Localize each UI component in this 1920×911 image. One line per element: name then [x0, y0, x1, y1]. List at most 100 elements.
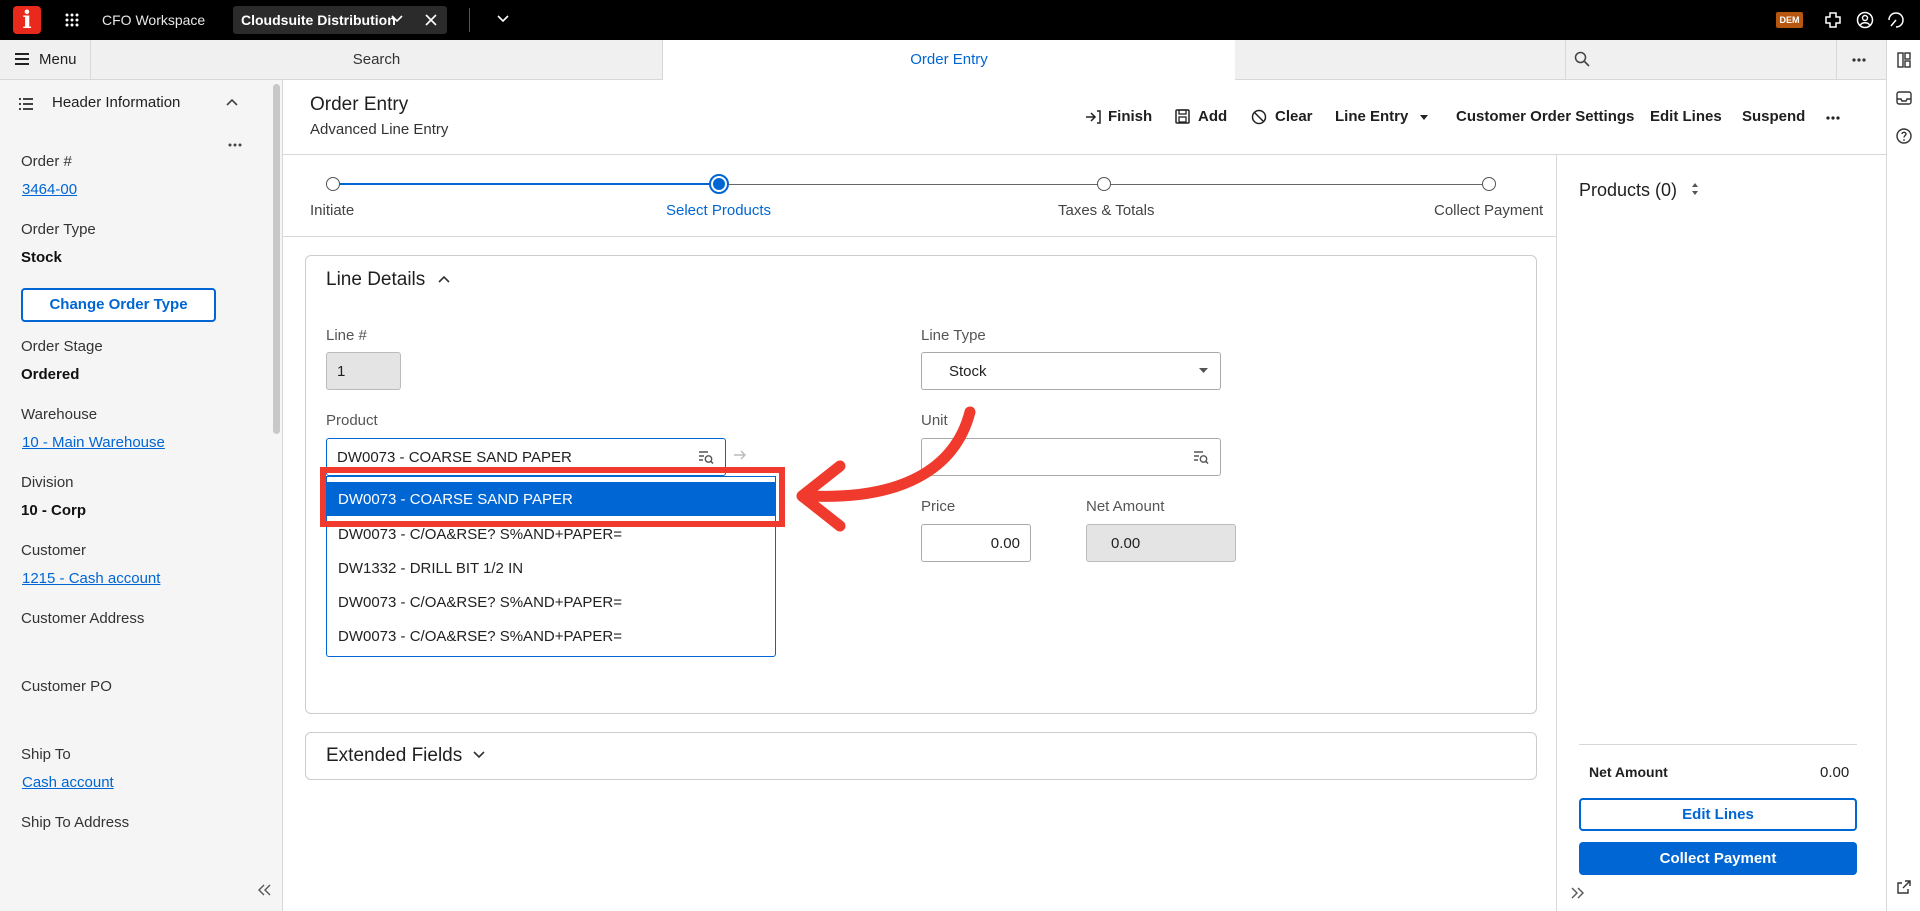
products-title: Products (0) — [1579, 180, 1678, 200]
suggestion-item[interactable]: DW0073 - C/OA&RSE? S%AND+PAPER= — [338, 526, 622, 543]
divider — [1579, 744, 1857, 745]
order-stage-value: Ordered — [21, 366, 80, 383]
division-label: Division — [21, 474, 74, 491]
menu-label[interactable]: Menu — [39, 51, 77, 68]
finish-icon[interactable] — [1085, 110, 1101, 124]
collect-payment-button[interactable]: Collect Payment — [1579, 842, 1857, 875]
step-taxes-totals-dot[interactable] — [1097, 177, 1111, 191]
save-icon[interactable] — [1175, 109, 1190, 124]
customer-label: Customer — [21, 542, 87, 559]
tab-search[interactable]: Search — [91, 40, 663, 80]
list-icon — [19, 98, 33, 110]
context-tab-label: Cloudsuite Distribution — [241, 12, 396, 28]
more-options-icon[interactable] — [1852, 58, 1866, 62]
arrow-right-icon[interactable] — [733, 449, 747, 461]
app-name[interactable]: CFO Workspace — [102, 12, 205, 28]
more-options-icon[interactable] — [228, 143, 242, 147]
line-number-field: 1 — [326, 352, 401, 390]
chevron-down-icon[interactable] — [497, 15, 509, 23]
hamburger-icon[interactable] — [15, 53, 29, 65]
change-order-type-button[interactable]: Change Order Type — [21, 288, 216, 322]
collapse-panel-icon[interactable] — [258, 884, 272, 896]
user-profile-icon[interactable] — [1856, 11, 1874, 29]
customer-link[interactable]: 1215 - Cash account — [22, 570, 160, 587]
edit-lines-button[interactable]: Edit Lines — [1579, 798, 1857, 831]
annotation-highlight-box — [320, 467, 785, 527]
page-subtitle: Advanced Line Entry — [310, 121, 449, 138]
expand-panel-icon[interactable] — [1570, 887, 1584, 899]
step-collect-payment-dot[interactable] — [1482, 177, 1496, 191]
tenant-badge: DEM — [1776, 12, 1803, 28]
net-amount-field-label: Net Amount — [1086, 498, 1165, 515]
search-icon[interactable] — [1574, 51, 1590, 67]
caret-down-icon[interactable] — [1199, 368, 1208, 373]
more-options-icon[interactable] — [1826, 116, 1840, 120]
help-icon[interactable] — [1896, 128, 1912, 144]
add-button[interactable]: Add — [1198, 108, 1227, 125]
ship-to-link[interactable]: Cash account — [22, 774, 114, 791]
line-entry-menu[interactable]: Line Entry — [1335, 108, 1408, 125]
sort-icon[interactable] — [1691, 182, 1699, 196]
step-select-products-label[interactable]: Select Products — [666, 202, 771, 219]
order-number-link[interactable]: 3464-00 — [22, 181, 77, 198]
customer-order-settings-button[interactable]: Customer Order Settings — [1456, 108, 1634, 125]
order-type-label: Order Type — [21, 221, 96, 238]
lookup-icon[interactable] — [698, 449, 714, 465]
warehouse-link[interactable]: 10 - Main Warehouse — [22, 434, 165, 451]
suspend-button[interactable]: Suspend — [1742, 108, 1805, 125]
close-icon[interactable] — [425, 14, 437, 26]
caret-down-icon[interactable] — [1419, 115, 1429, 121]
step-collect-payment-label[interactable]: Collect Payment — [1434, 202, 1543, 219]
customer-address-label: Customer Address — [21, 610, 145, 627]
tab-order-entry[interactable]: Order Entry — [663, 40, 1235, 81]
customer-po-label: Customer PO — [21, 678, 112, 695]
external-link-icon[interactable] — [1897, 880, 1911, 894]
settings-icon[interactable] — [1887, 11, 1905, 29]
lookup-icon[interactable] — [1193, 449, 1209, 465]
order-number-label: Order # — [21, 153, 72, 170]
annotation-arrow-icon — [780, 400, 980, 540]
divider — [283, 236, 1556, 237]
clear-button[interactable]: Clear — [1275, 108, 1313, 125]
ship-to-label: Ship To — [21, 746, 71, 763]
step-taxes-totals-label[interactable]: Taxes & Totals — [1058, 202, 1154, 219]
chevron-up-icon[interactable] — [226, 98, 238, 106]
page-title: Order Entry — [310, 94, 409, 115]
order-type-value: Stock — [21, 249, 62, 266]
step-initiate-dot[interactable] — [326, 177, 340, 191]
chevron-up-icon[interactable] — [438, 275, 450, 283]
order-stage-label: Order Stage — [21, 338, 103, 355]
net-amount-field: 0.00 — [1086, 524, 1236, 562]
warehouse-label: Warehouse — [21, 406, 98, 423]
scrollbar[interactable] — [273, 84, 280, 434]
divider — [469, 8, 470, 32]
app-launcher-icon[interactable] — [65, 13, 79, 27]
extended-fields-title[interactable]: Extended Fields — [326, 745, 462, 767]
chevron-down-icon[interactable] — [473, 751, 485, 759]
chevron-down-icon[interactable] — [391, 15, 403, 23]
infor-logo[interactable]: i — [13, 6, 41, 34]
division-value: 10 - Corp — [21, 502, 87, 519]
line-type-label: Line Type — [921, 327, 986, 344]
suggestion-item[interactable]: DW1332 - DRILL BIT 1/2 IN — [338, 560, 523, 577]
panel-title: Header Information — [52, 94, 181, 111]
line-details-title[interactable]: Line Details — [326, 269, 425, 291]
line-number-label: Line # — [326, 327, 367, 344]
global-search-input[interactable] — [1565, 40, 1837, 80]
panel-layout-icon[interactable] — [1897, 52, 1911, 68]
net-amount-label: Net Amount — [1589, 764, 1668, 780]
clear-icon[interactable] — [1251, 109, 1267, 125]
bookmark-plus-icon[interactable] — [1824, 11, 1842, 29]
net-amount-value: 0.00 — [1820, 764, 1850, 781]
line-type-select[interactable]: Stock — [921, 352, 1221, 390]
product-label: Product — [326, 412, 378, 429]
suggestion-item[interactable]: DW0073 - C/OA&RSE? S%AND+PAPER= — [338, 594, 622, 611]
step-initiate-label[interactable]: Initiate — [310, 202, 354, 219]
extended-fields-card[interactable] — [305, 732, 1537, 780]
edit-lines-action[interactable]: Edit Lines — [1650, 108, 1722, 125]
finish-button[interactable]: Finish — [1108, 108, 1152, 125]
inbox-icon[interactable] — [1896, 91, 1912, 105]
stepper-progress-line — [333, 183, 719, 185]
right-rail — [1886, 40, 1920, 911]
suggestion-item[interactable]: DW0073 - C/OA&RSE? S%AND+PAPER= — [338, 628, 622, 645]
